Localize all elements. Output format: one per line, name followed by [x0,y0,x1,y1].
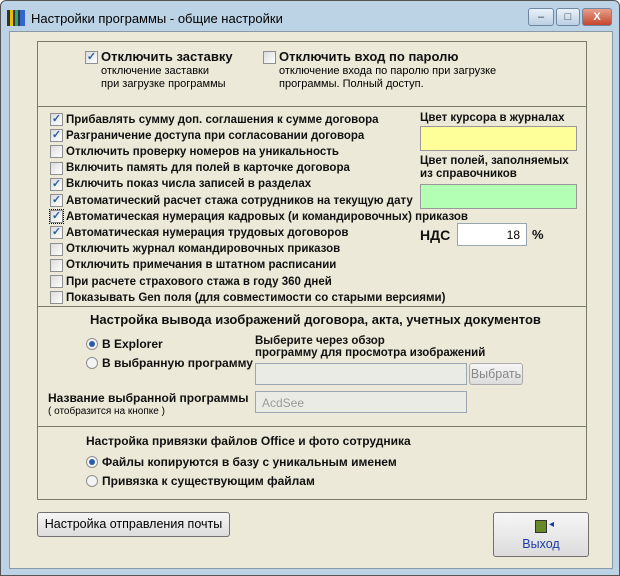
vat-unit: % [532,227,544,242]
option-label: Разграничение доступа при согласовании д… [66,129,365,142]
option-row[interactable]: Отключить журнал командировочных приказо… [50,242,340,257]
option-checkbox[interactable]: ✓ [50,113,63,126]
program-name-input[interactable]: AcdSee [255,391,467,413]
exit-door-icon: ◂ [535,519,554,533]
option-row[interactable]: ✓ Автоматическая нумерация трудовых догов… [50,225,348,240]
cursor-color-label: Цвет курсора в журналах [420,112,565,124]
option-checkbox[interactable] [50,161,63,175]
minimize-button[interactable]: – [528,8,554,26]
option-row[interactable]: ✓ Разграничение доступа при согласовании … [50,128,364,143]
radio-copy-label: Файлы копируются в базу с уникальным име… [102,455,397,469]
option-label: Показывать Gen поля (для совместимости с… [66,291,446,304]
radio-link-files[interactable] [86,475,98,487]
settings-window: Настройки программы - общие настройки – … [0,0,620,576]
splash-desc: отключение заставки [101,65,210,77]
splash-checkbox[interactable]: ✓ [85,51,98,64]
option-label: Отключить журнал командировочных приказо… [66,243,341,256]
window-title: Настройки программы - общие настройки [31,10,283,26]
password-label: Отключить вход по паролю [279,49,459,64]
radio-explorer-label: В Explorer [102,337,163,351]
radio-explorer[interactable] [86,338,98,350]
browse-label: Выберите через обзор [255,335,385,347]
option-checkbox[interactable]: ✓ [50,226,63,240]
files-section: Настройка привязки файлов Office и фото … [37,426,587,500]
radio-program-label: В выбранную программу [102,356,253,370]
splash-label: Отключить заставку [101,49,233,64]
startup-section: ✓ Отключить заставку отключение заставки… [37,41,587,107]
option-label: Автоматический расчет стажа сотрудников … [66,194,413,207]
password-desc: отключение входа по паролю при загрузке [279,65,497,77]
maximize-button[interactable]: □ [556,8,580,26]
cursor-color-swatch[interactable] [420,126,577,151]
program-name-hint: ( отобразится на кнопке ) [48,406,165,417]
option-checkbox[interactable] [50,145,63,159]
option-label: Автоматическая нумерация трудовых догово… [66,226,349,239]
exit-label: Выход [522,537,560,551]
fields-color-label: из справочников [420,168,517,180]
option-row[interactable]: ✓ Включить показ числа записей в разделах [50,177,311,192]
radio-link-label: Привязка к существующим файлам [102,474,315,488]
option-checkbox[interactable]: ✓ [50,194,63,207]
password-checkbox[interactable] [263,51,276,64]
option-row[interactable]: ✓ Автоматический расчет стажа сотрудников… [50,193,413,208]
app-books-icon [7,10,25,26]
close-button[interactable]: X [582,8,612,26]
option-label: Отключить примечания в штатном расписани… [66,259,337,272]
option-label: Включить показ числа записей в разделах [66,178,312,191]
option-label: Автоматическая нумерация кадровых (и ком… [66,210,469,223]
vat-input[interactable]: 18 [457,223,527,246]
option-label: При расчете страхового стажа в году 360 … [66,275,332,288]
password-desc: программы. Полный доступ. [279,78,424,90]
option-row[interactable]: При расчете страхового стажа в году 360 … [50,274,332,289]
program-path-input[interactable] [255,363,467,385]
option-checkbox[interactable] [50,258,63,272]
option-row[interactable]: ✓ Автоматическая нумерация кадровых (и ко… [49,209,469,225]
option-checkbox[interactable]: ✓ [50,129,63,143]
exit-button[interactable]: ◂ Выход [493,512,589,557]
browse-button[interactable]: Выбрать [469,363,523,385]
radio-program[interactable] [86,357,98,369]
browse-label: программу для просмотра изображений [255,347,486,359]
images-section: Настройка вывода изображений договора, а… [37,306,587,427]
option-checkbox[interactable]: ✓ [49,209,64,225]
option-checkbox[interactable] [50,275,63,288]
option-row[interactable]: Отключить проверку номеров на уникальнос… [50,144,339,159]
program-name-label: Название выбранной программы [48,391,249,405]
option-label: Включить память для полей в карточке дог… [66,162,350,175]
images-title: Настройка вывода изображений договора, а… [90,312,541,327]
fields-color-swatch[interactable] [420,184,577,209]
option-checkbox[interactable]: ✓ [50,177,63,191]
vat-label: НДС [420,227,451,243]
client-area: ✓ Отключить заставку отключение заставки… [9,31,613,569]
option-row[interactable]: Включить память для полей в карточке дог… [50,161,350,176]
option-label: Прибавлять сумму доп. соглашения к сумме… [66,113,379,126]
splash-desc: при загрузке программы [101,78,226,90]
option-checkbox[interactable] [50,291,63,305]
fields-color-label: Цвет полей, заполняемых [420,155,569,167]
option-row[interactable]: ✓ Прибавлять сумму доп. соглашения к сумм… [50,112,379,127]
mail-settings-button[interactable]: Настройка отправления почты [37,512,230,537]
options-section: ✓ Прибавлять сумму доп. соглашения к сумм… [37,106,587,307]
option-checkbox[interactable] [50,242,63,256]
option-label: Отключить проверку номеров на уникальнос… [66,145,339,158]
files-title: Настройка привязки файлов Office и фото … [86,434,411,448]
option-row[interactable]: Показывать Gen поля (для совместимости с… [50,290,445,305]
title-bar: Настройки программы - общие настройки [7,7,283,29]
radio-copy-files[interactable] [86,456,98,468]
option-row[interactable]: Отключить примечания в штатном расписани… [50,258,336,273]
